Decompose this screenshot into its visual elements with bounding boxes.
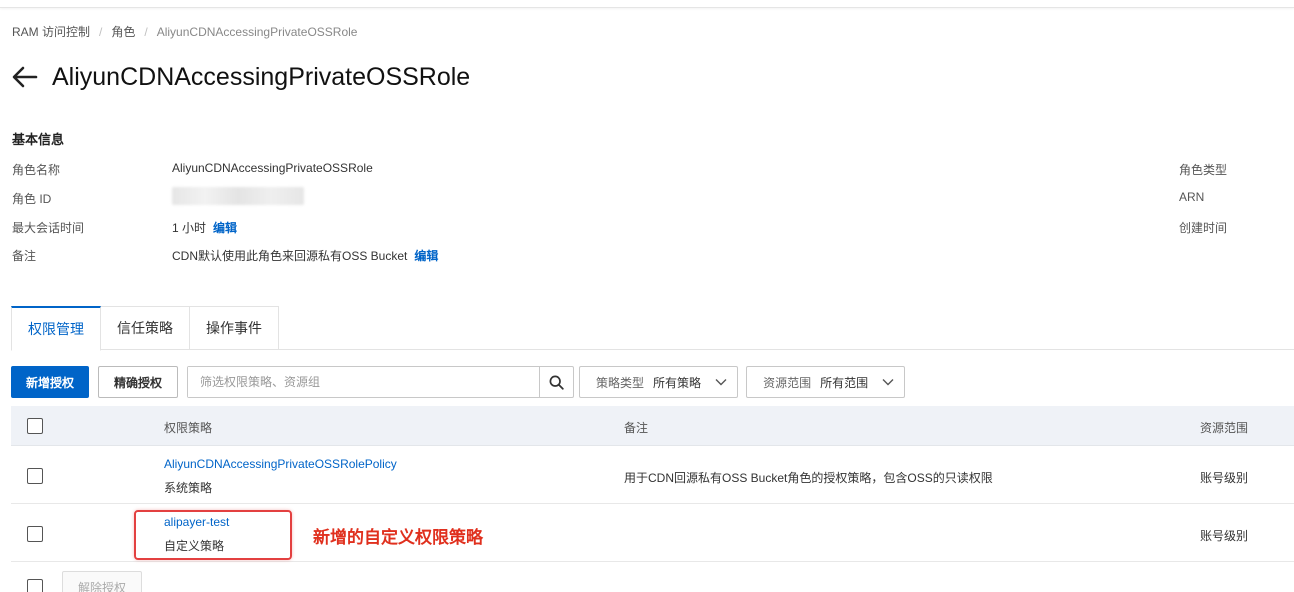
policy-cell: AliyunCDNAccessingPrivateOSSRolePolicy 系… [164,457,397,496]
annotation-text: 新增的自定义权限策略 [313,528,483,547]
policy-note: 用于CDN回源私有OSS Bucket角色的授权策略，包含OSS的只读权限 [624,471,993,485]
role-name-text: AliyunCDNAccessingPrivateOSSRole [172,161,373,175]
policy-scope: 账号级别 [1200,471,1249,485]
role-id-masked [172,187,304,205]
toolbar: 新增授权 精确授权 策略类型 所有策略 资源范围 所有范围 [11,366,906,398]
max-session-text: 1 小时 [172,221,207,235]
edit-remark-link[interactable]: 编辑 [414,247,438,264]
label-create-time: 创建时间 [1179,221,1228,235]
breadcrumb: RAM 访问控制 / 角色 / AliyunCDNAccessingPrivat… [12,23,357,40]
breadcrumb-separator: / [99,24,103,39]
breadcrumb-separator: / [144,24,148,39]
table-header: 权限策略 备注 资源范围 [11,406,1294,446]
top-bar [0,0,1294,8]
policy-type-text: 系统策略 [164,481,213,495]
annotation-highlight-box [134,510,292,560]
column-header-scope: 资源范围 [1200,421,1249,435]
policy-scope: 账号级别 [1200,529,1249,543]
scope-label: 资源范围 [763,375,812,390]
label-role-type: 角色类型 [1179,163,1228,177]
scope-select[interactable]: 资源范围 所有范围 [746,366,906,398]
chevron-down-icon [882,378,894,386]
label-role-id: 角色 ID [12,192,52,206]
label-max-session: 最大会话时间 [12,221,85,235]
label-role-name: 角色名称 [12,163,61,177]
remark-text: CDN默认使用此角色来回源私有OSS Bucket [172,249,408,263]
column-header-policy: 权限策略 [164,421,213,435]
value-remark: CDN默认使用此角色来回源私有OSS Bucket 编辑 [172,247,438,264]
page-title: AliyunCDNAccessingPrivateOSSRole [52,62,471,91]
value-role-id [172,187,304,205]
breadcrumb-current: AliyunCDNAccessingPrivateOSSRole [156,24,358,39]
table-row: AliyunCDNAccessingPrivateOSSRolePolicy 系… [11,446,1294,504]
scope-value: 所有范围 [820,375,869,390]
section-title-basic-info: 基本信息 [12,132,65,147]
policy-type-label: 策略类型 [596,375,645,390]
footer-select-all-checkbox[interactable] [27,579,43,592]
policy-type-select[interactable]: 策略类型 所有策略 [579,366,739,398]
search-input[interactable] [188,367,540,397]
search-box [187,366,575,398]
add-permission-button[interactable]: 新增授权 [11,366,90,398]
column-header-note: 备注 [624,421,649,435]
back-arrow-icon[interactable] [10,62,40,92]
breadcrumb-roles[interactable]: 角色 [111,23,135,40]
search-icon [549,375,564,390]
edit-max-session-link[interactable]: 编辑 [213,219,237,236]
value-role-name: AliyunCDNAccessingPrivateOSSRole [172,161,373,175]
label-arn: ARN [1179,190,1205,204]
tab-trust-policy[interactable]: 信任策略 [101,306,190,350]
table-footer: 解除授权 [11,571,1294,592]
row-checkbox[interactable] [27,468,43,484]
tab-bar: 权限管理 信任策略 操作事件 [11,306,1294,351]
chevron-down-icon [715,378,727,386]
label-remark: 备注 [12,249,37,263]
search-button[interactable] [539,367,573,397]
precise-permission-button[interactable]: 精确授权 [98,366,179,398]
select-all-checkbox[interactable] [27,418,43,434]
value-max-session: 1 小时 编辑 [172,219,237,236]
tab-events[interactable]: 操作事件 [190,306,279,350]
revoke-permission-button[interactable]: 解除授权 [62,571,143,592]
row-checkbox[interactable] [27,526,43,542]
policy-name-link[interactable]: AliyunCDNAccessingPrivateOSSRolePolicy [164,457,397,471]
tab-permissions[interactable]: 权限管理 [11,306,101,351]
policy-type-value: 所有策略 [653,375,702,390]
breadcrumb-ram[interactable]: RAM 访问控制 [12,23,90,40]
title-row: AliyunCDNAccessingPrivateOSSRole [10,58,470,96]
